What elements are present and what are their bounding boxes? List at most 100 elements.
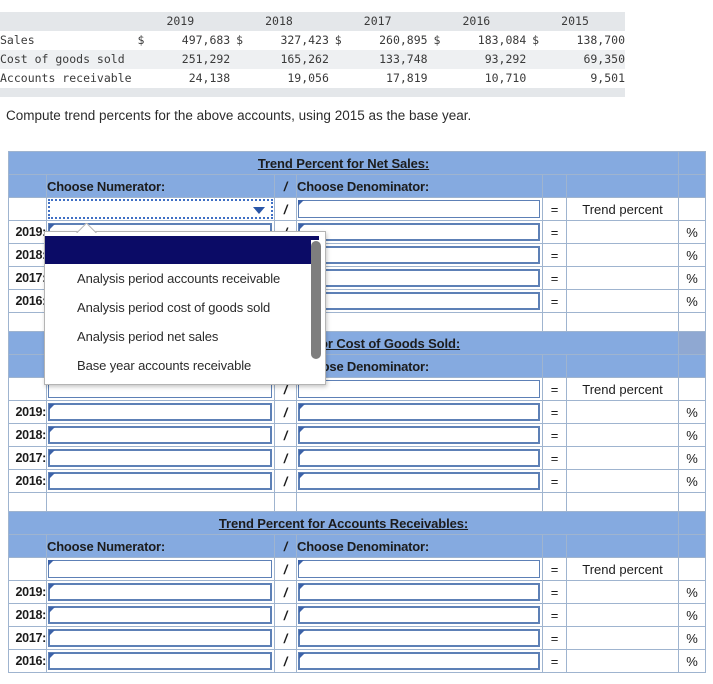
result-cell-2019-s1 [566, 220, 679, 244]
header-year-col [8, 534, 47, 558]
section-title-spacer [678, 511, 706, 535]
result-cell-2018-s1 [566, 243, 679, 267]
header-year-col [8, 174, 47, 198]
denominator-dropdown-cell-2[interactable] [296, 377, 543, 401]
numerator-dropdown-3[interactable] [48, 560, 272, 578]
denominator-input-cell-2019-s2[interactable] [296, 400, 543, 424]
cell-ar-2019: 24,138 [188, 71, 231, 85]
numerator-input-cell-2018-s2[interactable] [46, 423, 275, 447]
numerator-dropdown-cell-3[interactable] [46, 557, 275, 581]
dropdown-scrollbar-thumb[interactable] [311, 241, 321, 359]
slash: / [274, 400, 297, 424]
header-currency-spacer-4 [526, 12, 540, 31]
dropdown-option-analysis-period-net-sales[interactable]: Analysis period net sales [45, 322, 325, 351]
spacer-cell [296, 312, 543, 332]
equals: = [542, 289, 567, 313]
header-year-2017: 2017 [341, 12, 428, 31]
denominator-input-2016-s2[interactable] [298, 472, 540, 490]
denominator-input-2019-s2[interactable] [298, 403, 540, 421]
cell-marker-icon [298, 560, 304, 566]
numerator-input-2017-s2[interactable] [48, 449, 272, 467]
selector-row-ar: / = Trend percent [8, 557, 706, 581]
header-pct-col [678, 354, 706, 378]
denominator-input-cell-2016-s2[interactable] [296, 469, 543, 493]
cell-marker-icon [299, 450, 305, 456]
numerator-input-cell-2019-s2[interactable] [46, 400, 275, 424]
denominator-input-2016-s1[interactable] [298, 292, 540, 310]
denominator-dropdown-2[interactable] [298, 380, 540, 398]
selector-row-net-sales: / = Trend percent [8, 197, 706, 221]
denominator-dropdown-1[interactable] [298, 200, 540, 218]
numerator-input-2019-s2[interactable] [48, 403, 272, 421]
denominator-input-cell-2016-s1[interactable] [296, 289, 543, 313]
financial-data-table: 2019 2018 2017 2016 2015 Sales $ 497,683… [0, 12, 625, 97]
cell-marker-icon [49, 607, 55, 613]
cell-marker-icon [299, 427, 305, 433]
denominator-dropdown-3[interactable] [298, 560, 540, 578]
table-bottom-bar [0, 88, 625, 97]
numerator-input-cell-2017-s3[interactable] [46, 626, 275, 650]
numerator-dropdown-cell-1[interactable] [46, 197, 275, 221]
denominator-input-cell-2019-s1[interactable] [296, 220, 543, 244]
dropdown-option-list[interactable]: Analysis period accounts receivable Anal… [45, 236, 325, 384]
percent-sign: % [678, 400, 706, 424]
cell-sales-2016: 183,084 [477, 33, 527, 47]
equals: = [542, 220, 567, 244]
numerator-input-2019-s3[interactable] [48, 583, 272, 601]
denominator-input-2018-s2[interactable] [298, 426, 540, 444]
row-year-2019-s3: 2019: [8, 580, 47, 604]
dropdown-option-analysis-period-cost-of-goods-sold[interactable]: Analysis period cost of goods sold [45, 293, 325, 322]
cell-marker-icon [299, 584, 305, 590]
denominator-input-cell-2017-s3[interactable] [296, 626, 543, 650]
currency-spacer [526, 69, 539, 88]
numerator-input-cell-2018-s3[interactable] [46, 603, 275, 627]
numerator-dropdown-popup[interactable]: Analysis period accounts receivable Anal… [44, 231, 326, 385]
currency-spacer [132, 50, 145, 69]
table-row: 2019: / = % [8, 580, 706, 604]
denominator-input-cell-2016-s3[interactable] [296, 649, 543, 673]
denominator-input-2019-s1[interactable] [298, 223, 540, 241]
numerator-input-2018-s3[interactable] [48, 606, 272, 624]
cell-ar-2016: 10,710 [484, 71, 527, 85]
cell-marker-icon [299, 630, 305, 636]
table-row: 2016: / = % [8, 469, 706, 493]
header-pct-col [678, 174, 706, 198]
numerator-input-2016-s3[interactable] [48, 652, 272, 670]
row-year-2017-s1: 2017: [8, 266, 47, 290]
column-header-row-ar: Choose Numerator: / Choose Denominator: [8, 534, 706, 558]
dropdown-option-analysis-period-accounts-receivable[interactable]: Analysis period accounts receivable [45, 264, 325, 293]
table-row: 2018: / = % [8, 603, 706, 627]
denominator-input-cell-2018-s2[interactable] [296, 423, 543, 447]
denominator-input-2017-s3[interactable] [298, 629, 540, 647]
chevron-down-icon[interactable] [253, 207, 265, 214]
choose-denominator-label-1: Choose Denominator: [296, 174, 543, 198]
numerator-input-2016-s2[interactable] [48, 472, 272, 490]
denominator-input-2018-s3[interactable] [298, 606, 540, 624]
table-row: 2019: / = % [8, 400, 706, 424]
denominator-input-2016-s3[interactable] [298, 652, 540, 670]
denominator-input-cell-2017-s2[interactable] [296, 446, 543, 470]
denominator-dropdown-cell-3[interactable] [296, 557, 543, 581]
denominator-input-cell-2018-s3[interactable] [296, 603, 543, 627]
numerator-input-cell-2016-s2[interactable] [46, 469, 275, 493]
numerator-input-cell-2017-s2[interactable] [46, 446, 275, 470]
numerator-input-cell-2019-s3[interactable] [46, 580, 275, 604]
dropdown-option-base-year-accounts-receivable[interactable]: Base year accounts receivable [45, 351, 325, 380]
slash: / [274, 649, 297, 673]
numerator-input-2018-s2[interactable] [48, 426, 272, 444]
denominator-input-2017-s1[interactable] [298, 269, 540, 287]
slash: / [274, 423, 297, 447]
denominator-dropdown-cell-1[interactable] [296, 197, 543, 221]
section-title-net-sales: Trend Percent for Net Sales: [8, 151, 679, 175]
dropdown-option-blank[interactable] [45, 236, 319, 264]
denominator-input-2018-s1[interactable] [298, 246, 540, 264]
cell-sales-2018: 327,423 [280, 33, 329, 47]
numerator-input-cell-2016-s3[interactable] [46, 649, 275, 673]
denominator-input-cell-2019-s3[interactable] [296, 580, 543, 604]
numerator-dropdown-1[interactable] [48, 199, 273, 219]
denominator-input-cell-2017-s1[interactable] [296, 266, 543, 290]
denominator-input-2019-s3[interactable] [298, 583, 540, 601]
denominator-input-2017-s2[interactable] [298, 449, 540, 467]
numerator-input-2017-s3[interactable] [48, 629, 272, 647]
denominator-input-cell-2018-s1[interactable] [296, 243, 543, 267]
